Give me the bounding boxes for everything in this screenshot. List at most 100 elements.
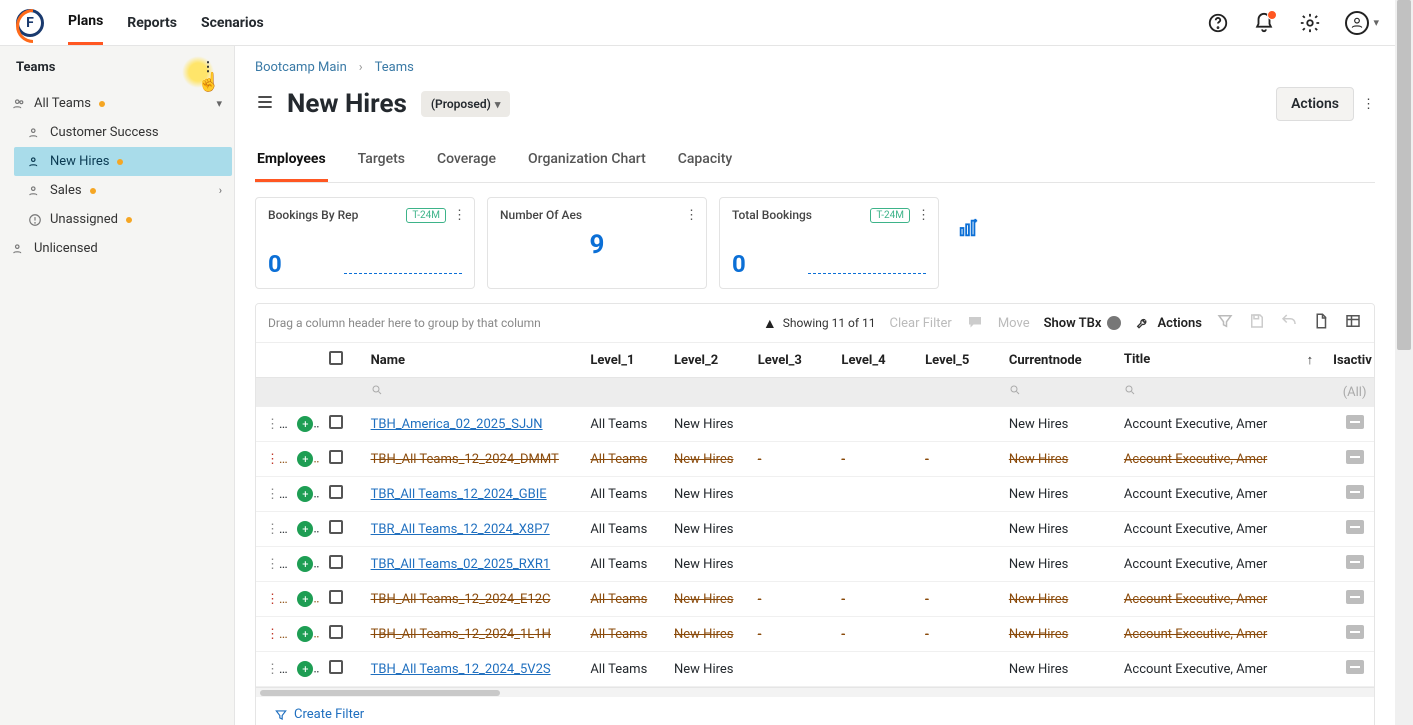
expand-row-button[interactable]: +	[297, 416, 313, 432]
expand-row-button[interactable]: +	[297, 486, 313, 502]
add-chart-button[interactable]	[957, 217, 979, 243]
expand-row-button[interactable]: +	[297, 591, 313, 607]
card-more-button[interactable]: ⋮	[917, 208, 930, 223]
drag-handle-icon[interactable]: ⋮⋮	[266, 627, 287, 642]
col-level4[interactable]: Level_4	[831, 343, 915, 378]
employee-name-link[interactable]: TBH_All Teams_12_2024_DMMT	[371, 452, 559, 467]
scroll-thumb[interactable]	[1397, 0, 1411, 350]
table-row[interactable]: ⋮⋮+TBR_All Teams_02_2025_RXR1All TeamsNe…	[256, 547, 1374, 582]
filter-title[interactable]	[1114, 378, 1323, 407]
row-checkbox[interactable]	[329, 625, 343, 639]
card-more-button[interactable]: ⋮	[685, 208, 698, 223]
tab-employees[interactable]: Employees	[255, 141, 328, 182]
group-drop-hint[interactable]: Drag a column header here to group by th…	[268, 316, 749, 330]
timeframe-badge: T-24M	[406, 208, 446, 223]
table-row[interactable]: ⋮⋮+TBH_All Teams_12_2024_5V2SAll TeamsNe…	[256, 652, 1374, 687]
row-checkbox[interactable]	[329, 555, 343, 569]
hamburger-icon[interactable]	[255, 92, 273, 116]
settings-icon[interactable]	[1299, 12, 1321, 34]
row-checkbox[interactable]	[329, 520, 343, 534]
col-level3[interactable]: Level_3	[748, 343, 832, 378]
drag-handle-icon[interactable]: ⋮⋮	[266, 487, 287, 502]
card-bookings-by-rep[interactable]: Bookings By Rep T-24M ⋮ 0	[255, 197, 475, 289]
help-icon[interactable]	[1207, 12, 1229, 34]
vertical-scrollbar[interactable]	[1395, 0, 1413, 725]
account-menu[interactable]: ▾	[1345, 11, 1379, 35]
row-checkbox[interactable]	[329, 590, 343, 604]
card-total-bookings[interactable]: Total Bookings T-24M ⋮ 0	[719, 197, 939, 289]
expand-row-button[interactable]: +	[297, 661, 313, 677]
breadcrumb-leaf[interactable]: Teams	[375, 60, 414, 75]
row-checkbox[interactable]	[329, 660, 343, 674]
select-all-checkbox[interactable]	[329, 351, 343, 365]
employee-name-link[interactable]: TBH_All Teams_12_2024_E12C	[371, 592, 551, 607]
employee-name-link[interactable]: TBR_All Teams_12_2024_GBIE	[371, 487, 547, 502]
col-title[interactable]: Title↑	[1114, 343, 1323, 378]
drag-handle-icon[interactable]: ⋮⋮	[266, 522, 287, 537]
users-icon	[28, 126, 42, 140]
status-dropdown[interactable]: (Proposed) ▾	[421, 91, 510, 117]
employee-name-link[interactable]: TBH_All Teams_12_2024_5V2S	[371, 662, 551, 677]
horizontal-scrollbar[interactable]	[256, 687, 1374, 697]
cell-currentnode: New Hires	[999, 547, 1114, 582]
table-row[interactable]: ⋮⋮+TBR_All Teams_12_2024_GBIEAll TeamsNe…	[256, 477, 1374, 512]
sidebar-unassigned[interactable]: Unassigned	[0, 205, 234, 234]
col-level1[interactable]: Level_1	[580, 343, 664, 378]
card-number-of-aes[interactable]: Number Of Aes ⋮ 9	[487, 197, 707, 289]
expand-row-button[interactable]: +	[297, 556, 313, 572]
table-row[interactable]: ⋮⋮+TBH_All Teams_12_2024_1L1HAll TeamsNe…	[256, 617, 1374, 652]
expand-row-button[interactable]: +	[297, 451, 313, 467]
drag-handle-icon[interactable]: ⋮⋮	[266, 592, 287, 607]
employee-name-link[interactable]: TBR_All Teams_02_2025_RXR1	[371, 557, 551, 572]
columns-icon[interactable]	[1344, 312, 1362, 334]
col-level5[interactable]: Level_5	[915, 343, 999, 378]
row-checkbox[interactable]	[329, 415, 343, 429]
grid-actions-button[interactable]: Actions	[1135, 315, 1202, 331]
nav-reports[interactable]: Reports	[127, 2, 177, 44]
filter-currentnode[interactable]	[999, 378, 1114, 407]
expand-row-button[interactable]: +	[297, 626, 313, 642]
col-currentnode[interactable]: Currentnode	[999, 343, 1114, 378]
page-more-button[interactable]: ⋮	[1362, 97, 1375, 112]
row-checkbox[interactable]	[329, 450, 343, 464]
col-isactive[interactable]: Isactiv	[1323, 343, 1374, 378]
tab-capacity[interactable]: Capacity	[676, 141, 735, 182]
sidebar-sales[interactable]: Sales ›	[0, 176, 234, 205]
col-name[interactable]: Name	[361, 343, 581, 378]
employee-name-link[interactable]: TBH_America_02_2025_SJJN	[371, 417, 543, 432]
filter-isactive[interactable]: (All)	[1323, 378, 1374, 407]
tab-coverage[interactable]: Coverage	[435, 141, 498, 182]
tab-targets[interactable]: Targets	[356, 141, 407, 182]
export-icon[interactable]	[1312, 312, 1330, 334]
sidebar-new-hires[interactable]: New Hires	[14, 147, 232, 176]
notifications-icon[interactable]	[1253, 12, 1275, 34]
actions-button[interactable]: Actions	[1276, 87, 1354, 121]
filter-icon[interactable]	[1216, 312, 1234, 334]
table-row[interactable]: ⋮⋮+TBR_All Teams_12_2024_X8P7All TeamsNe…	[256, 512, 1374, 547]
filter-name[interactable]	[361, 378, 581, 407]
employee-name-link[interactable]: TBR_All Teams_12_2024_X8P7	[371, 522, 550, 537]
drag-handle-icon[interactable]: ⋮⋮	[266, 452, 287, 467]
employee-name-link[interactable]: TBH_All Teams_12_2024_1L1H	[371, 627, 551, 642]
drag-handle-icon[interactable]: ⋮⋮	[266, 417, 287, 432]
nav-scenarios[interactable]: Scenarios	[201, 2, 264, 44]
expand-row-button[interactable]: +	[297, 521, 313, 537]
drag-handle-icon[interactable]: ⋮⋮	[266, 662, 287, 677]
col-level2[interactable]: Level_2	[664, 343, 748, 378]
sidebar-all-teams[interactable]: All Teams ▾	[0, 89, 234, 118]
scroll-thumb[interactable]	[260, 690, 500, 696]
table-row[interactable]: ⋮⋮+TBH_America_02_2025_SJJNAll TeamsNew …	[256, 407, 1374, 442]
table-row[interactable]: ⋮⋮+TBH_All Teams_12_2024_DMMTAll TeamsNe…	[256, 442, 1374, 477]
create-filter-button[interactable]: Create Filter	[256, 697, 1374, 725]
drag-handle-icon[interactable]: ⋮⋮	[266, 557, 287, 572]
card-more-button[interactable]: ⋮	[453, 208, 466, 223]
show-tbx-toggle[interactable]: Show TBx	[1044, 316, 1122, 331]
nav-plans[interactable]: Plans	[68, 0, 103, 45]
breadcrumb-root[interactable]: Bootcamp Main	[255, 60, 347, 75]
sidebar-customer-success[interactable]: Customer Success	[0, 118, 234, 147]
tab-org-chart[interactable]: Organization Chart	[526, 141, 648, 182]
table-row[interactable]: ⋮⋮+TBH_All Teams_12_2024_E12CAll TeamsNe…	[256, 582, 1374, 617]
sidebar-unlicensed[interactable]: Unlicensed	[0, 234, 234, 263]
status-dot-icon	[117, 159, 123, 165]
row-checkbox[interactable]	[329, 485, 343, 499]
